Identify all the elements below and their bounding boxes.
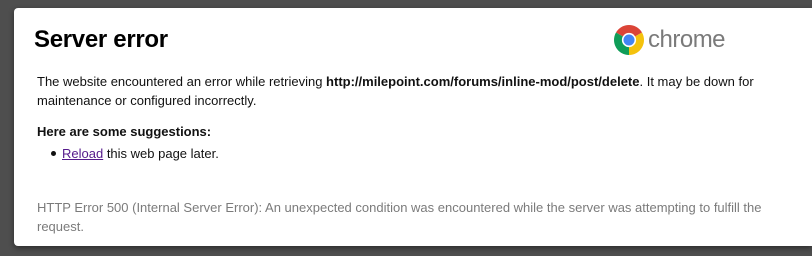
error-message: The website encountered an error while r… — [37, 72, 777, 110]
page-title: Server error — [34, 26, 168, 53]
bullet-icon — [51, 151, 56, 156]
chrome-logo-icon — [614, 25, 644, 55]
suggestions-heading: Here are some suggestions: — [37, 124, 212, 139]
chrome-brand: chrome — [614, 23, 726, 57]
http-error-detail: HTTP Error 500 (Internal Server Error): … — [37, 200, 762, 234]
list-item: Reload this web page later. — [51, 145, 219, 163]
requested-url: http://milepoint.com/forums/inline-mod/p… — [326, 74, 640, 89]
error-page-card: Server error chrome The website encounte… — [14, 8, 812, 246]
chrome-wordmark: chrome — [648, 26, 726, 53]
reload-link[interactable]: Reload — [62, 146, 103, 161]
suggestion-text: this web page later. — [103, 146, 219, 161]
message-prefix: The website encountered an error while r… — [37, 74, 327, 89]
suggestions-list: Reload this web page later. — [51, 145, 219, 163]
